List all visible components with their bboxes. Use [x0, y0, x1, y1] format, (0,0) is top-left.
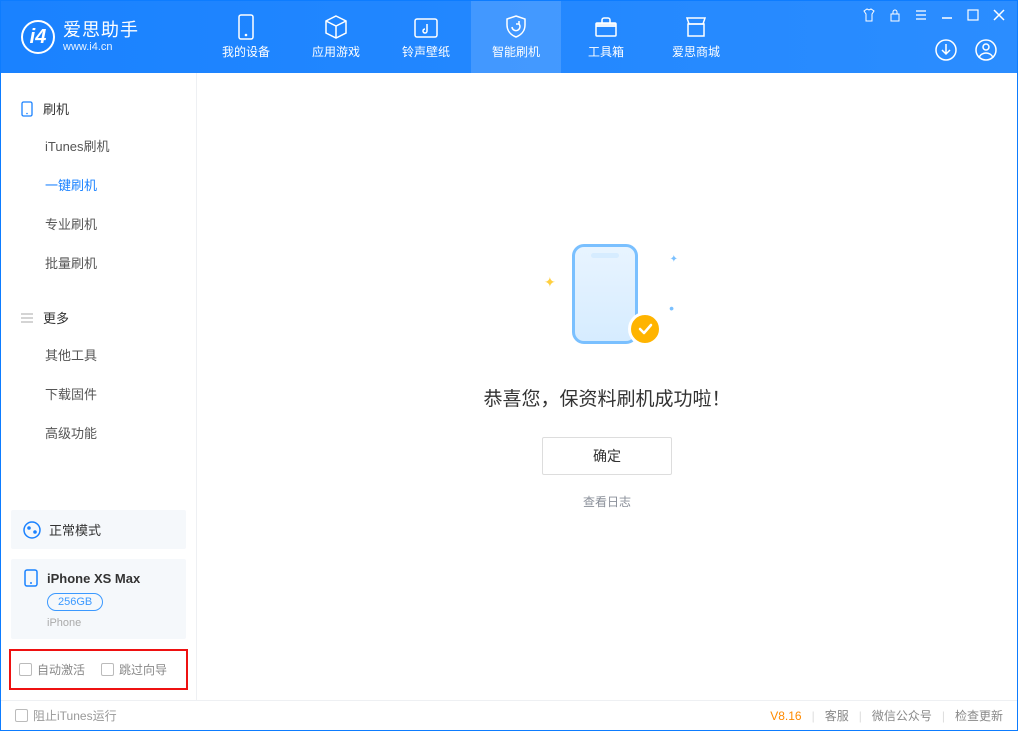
- sidebar-group-title: 刷机: [43, 99, 69, 118]
- window-controls: [861, 7, 1007, 23]
- nav-toolbox[interactable]: 工具箱: [561, 1, 651, 73]
- nav-label: 智能刷机: [492, 43, 540, 60]
- auto-activate-checkbox[interactable]: 自动激活: [19, 661, 85, 678]
- app-url: www.i4.cn: [63, 41, 139, 53]
- device-name: iPhone XS Max: [47, 571, 140, 586]
- success-illustration: ✦ ✦ •: [542, 244, 672, 354]
- sidebar-item-advanced[interactable]: 高级功能: [1, 413, 196, 452]
- menu-icon[interactable]: [913, 7, 929, 23]
- nav-store[interactable]: 爱思商城: [651, 1, 741, 73]
- nav-my-device[interactable]: 我的设备: [201, 1, 291, 73]
- check-update-link[interactable]: 检查更新: [955, 707, 1003, 724]
- music-folder-icon: [413, 14, 439, 40]
- checkbox-box-icon: [15, 709, 28, 722]
- mode-card[interactable]: 正常模式: [11, 510, 186, 549]
- view-log-link[interactable]: 查看日志: [583, 493, 631, 510]
- nav-label: 铃声壁纸: [402, 43, 450, 60]
- sidebar-group-more: 更多: [1, 300, 196, 335]
- footer: 阻止iTunes运行 V8.16 | 客服 | 微信公众号 | 检查更新: [1, 700, 1017, 730]
- user-icon[interactable]: [973, 37, 999, 63]
- sparkle-icon: ✦: [670, 254, 678, 265]
- highlighted-options: 自动激活 跳过向导: [9, 649, 188, 690]
- sidebar-item-oneclick-flash[interactable]: 一键刷机: [1, 165, 196, 204]
- shirt-icon[interactable]: [861, 7, 877, 23]
- device-type: iPhone: [47, 617, 174, 629]
- skip-guide-checkbox[interactable]: 跳过向导: [101, 661, 167, 678]
- support-link[interactable]: 客服: [825, 707, 849, 724]
- ok-button[interactable]: 确定: [542, 437, 672, 475]
- sparkle-icon: •: [669, 300, 674, 316]
- block-itunes-checkbox[interactable]: 阻止iTunes运行: [15, 707, 117, 724]
- nav-label: 应用游戏: [312, 43, 360, 60]
- titlebar: i4 爱思助手 www.i4.cn 我的设备 应用游戏 铃声壁纸 智能刷机: [1, 1, 1017, 73]
- phone-icon: [19, 101, 35, 117]
- device-icon: [235, 14, 257, 40]
- list-icon: [19, 310, 35, 326]
- logo-icon: i4: [21, 20, 55, 54]
- shield-refresh-icon: [503, 14, 529, 40]
- main-content: ✦ ✦ • 恭喜您，保资料刷机成功啦！ 确定 查看日志: [197, 73, 1017, 700]
- sidebar: 刷机 iTunes刷机 一键刷机 专业刷机 批量刷机 更多 其他工具 下载固件: [1, 73, 197, 700]
- app-name: 爱思助手: [63, 21, 139, 41]
- checkbox-label: 阻止iTunes运行: [33, 707, 117, 724]
- maximize-icon[interactable]: [965, 7, 981, 23]
- sidebar-item-itunes-flash[interactable]: iTunes刷机: [1, 126, 196, 165]
- titlebar-right-buttons: [933, 37, 999, 63]
- mode-text: 正常模式: [49, 520, 101, 539]
- cube-icon: [323, 14, 349, 40]
- nav-label: 爱思商城: [672, 43, 720, 60]
- nav-apps[interactable]: 应用游戏: [291, 1, 381, 73]
- nav-ringtones[interactable]: 铃声壁纸: [381, 1, 471, 73]
- nav-label: 我的设备: [222, 43, 270, 60]
- version-text: V8.16: [770, 709, 801, 723]
- checkbox-label: 跳过向导: [119, 661, 167, 678]
- store-icon: [683, 14, 709, 40]
- checkbox-box-icon: [19, 663, 32, 676]
- checkbox-box-icon: [101, 663, 114, 676]
- wechat-link[interactable]: 微信公众号: [872, 707, 932, 724]
- toolbox-icon: [593, 14, 619, 40]
- top-nav: 我的设备 应用游戏 铃声壁纸 智能刷机 工具箱 爱思商城: [201, 1, 741, 73]
- sidebar-group-flash: 刷机: [1, 91, 196, 126]
- sidebar-item-other-tools[interactable]: 其他工具: [1, 335, 196, 374]
- nav-label: 工具箱: [588, 43, 624, 60]
- nav-smart-flash[interactable]: 智能刷机: [471, 1, 561, 73]
- sidebar-item-batch-flash[interactable]: 批量刷机: [1, 243, 196, 282]
- body: 刷机 iTunes刷机 一键刷机 专业刷机 批量刷机 更多 其他工具 下载固件: [1, 73, 1017, 700]
- logo: i4 爱思助手 www.i4.cn: [1, 20, 201, 54]
- sidebar-group-title: 更多: [43, 308, 69, 327]
- device-card[interactable]: iPhone XS Max 256GB iPhone: [11, 559, 186, 639]
- success-message: 恭喜您，保资料刷机成功啦！: [483, 384, 730, 411]
- checkbox-label: 自动激活: [37, 661, 85, 678]
- sidebar-item-pro-flash[interactable]: 专业刷机: [1, 204, 196, 243]
- app-window: i4 爱思助手 www.i4.cn 我的设备 应用游戏 铃声壁纸 智能刷机: [0, 0, 1018, 731]
- check-badge-icon: [628, 312, 662, 346]
- lock-icon[interactable]: [887, 7, 903, 23]
- close-icon[interactable]: [991, 7, 1007, 23]
- sidebar-item-download-firmware[interactable]: 下载固件: [1, 374, 196, 413]
- mode-icon: [23, 521, 41, 539]
- sparkle-icon: ✦: [544, 274, 556, 291]
- device-icon: [23, 569, 39, 587]
- download-icon[interactable]: [933, 37, 959, 63]
- device-capacity-badge: 256GB: [47, 593, 103, 611]
- minimize-icon[interactable]: [939, 7, 955, 23]
